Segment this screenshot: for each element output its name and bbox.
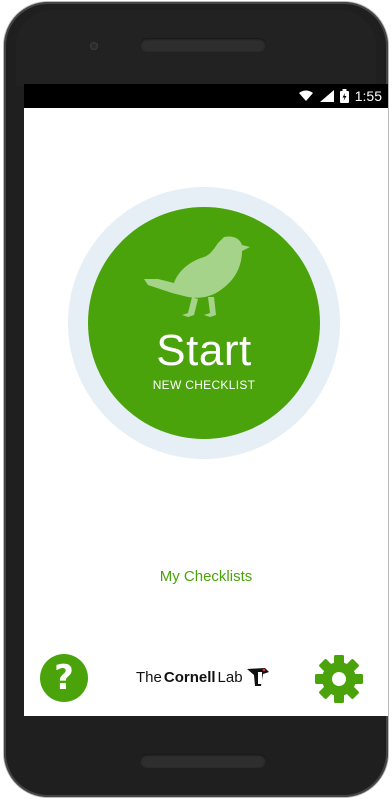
status-bar: 1:55 <box>24 84 388 108</box>
start-new-checklist-button[interactable]: Start NEW CHECKLIST <box>88 207 320 439</box>
front-camera <box>90 42 98 50</box>
gear-icon[interactable] <box>314 654 364 704</box>
logo-cornell: Cornell <box>163 668 216 686</box>
status-time: 1:55 <box>354 88 382 104</box>
bird-icon <box>144 236 250 317</box>
logo-lab: Lab <box>217 668 243 686</box>
status-icons: 1:55 <box>298 88 382 104</box>
earpiece-speaker <box>140 38 266 52</box>
question-circle-icon: ? <box>54 658 74 698</box>
battery-charging-icon <box>339 89 349 103</box>
help-button[interactable]: ? <box>40 654 88 702</box>
start-ring: Start NEW CHECKLIST <box>68 187 340 459</box>
woodpecker-logo-icon <box>246 668 269 686</box>
wifi-icon <box>298 90 313 101</box>
logo-the: The <box>136 668 162 686</box>
bottom-speaker <box>140 754 266 768</box>
start-subtitle: NEW CHECKLIST <box>152 378 256 392</box>
cornell-lab-logo: The Cornell Lab <box>136 664 271 690</box>
my-checklists-link[interactable]: My Checklists <box>24 568 388 585</box>
app-screen: 1:55 Start NEW CHECKLIST My Checklists ?… <box>24 84 388 716</box>
signal-icon <box>319 90 334 102</box>
start-title: Start <box>156 326 252 375</box>
